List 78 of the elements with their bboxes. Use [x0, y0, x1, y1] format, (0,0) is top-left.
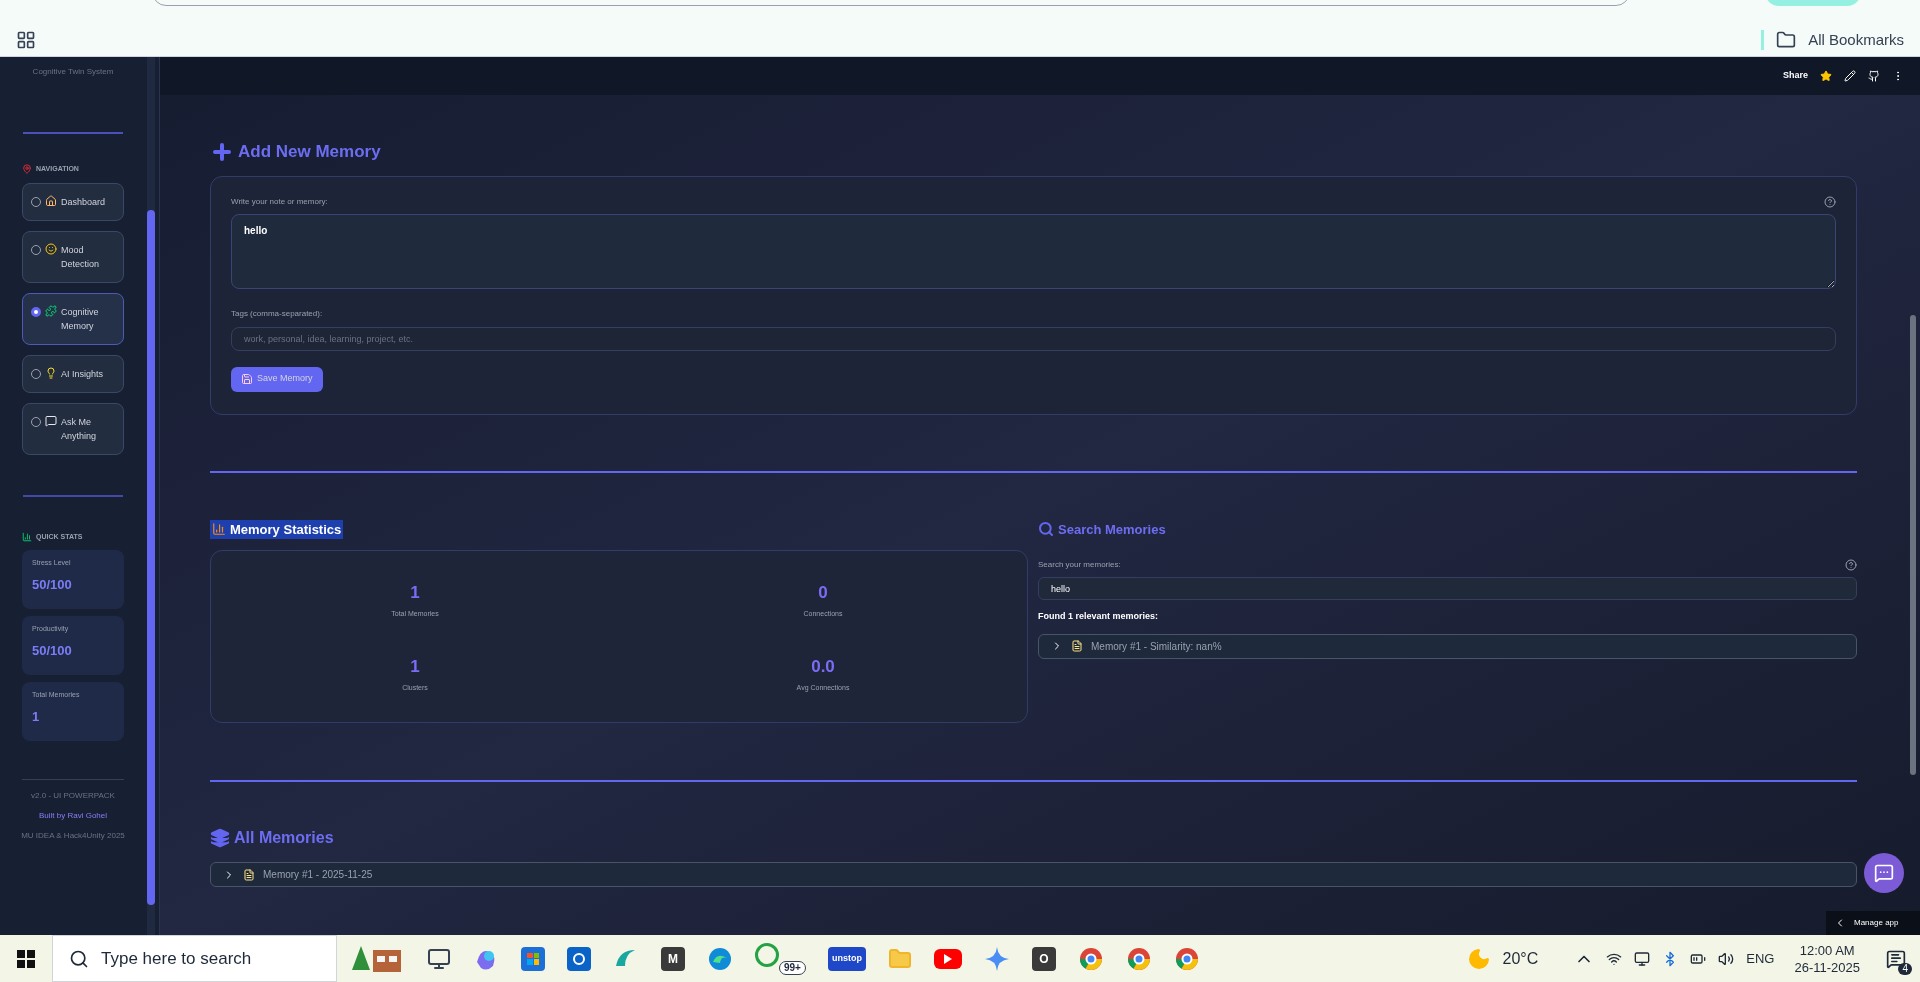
- bar-chart-icon: [212, 522, 226, 537]
- browser-icon[interactable]: [1125, 945, 1152, 972]
- moon-icon: [1466, 946, 1491, 971]
- task-view-icon[interactable]: [427, 946, 451, 971]
- speaker-icon[interactable]: [1718, 950, 1735, 967]
- note-textarea[interactable]: hello: [231, 213, 1836, 289]
- taskbar-search[interactable]: Type here to search: [52, 935, 337, 982]
- field-label: Search your memories:: [1038, 559, 1121, 571]
- star-icon[interactable]: [1820, 70, 1832, 82]
- clock[interactable]: 12:00 AM 26-11-2025: [1786, 941, 1868, 976]
- field-label: Write your note or memory:: [231, 195, 328, 208]
- nav-item[interactable]: Cognitive Memory: [22, 292, 124, 345]
- manage-app-button[interactable]: Manage app: [1826, 911, 1920, 935]
- scrollbar-thumb[interactable]: [147, 210, 155, 905]
- shopping-bag-icon[interactable]: [521, 946, 545, 971]
- puzzle-icon: [45, 304, 57, 317]
- section-title: Memory Statistics: [230, 520, 342, 539]
- stat-value: 1: [32, 707, 41, 726]
- house-icon: [45, 194, 57, 207]
- nav-item[interactable]: Dashboard: [22, 182, 124, 221]
- edge-icon[interactable]: [707, 945, 733, 972]
- event-text: MU IDEA & Hack4Unity 2025: [21, 830, 125, 842]
- field-label: Tags (comma-separated):: [231, 307, 324, 320]
- section-title: Search Memories: [1058, 520, 1166, 539]
- mail-app-icon[interactable]: [567, 946, 591, 971]
- stack-icon: [210, 828, 230, 848]
- statistic-value: 1: [410, 655, 420, 678]
- tags-input[interactable]: work, personal, idea, learning, project, etc.: [231, 326, 1836, 351]
- chat-app-icon[interactable]: [755, 942, 779, 967]
- nav-item[interactable]: AI Insights: [22, 354, 124, 393]
- note-icon: [1071, 640, 1083, 652]
- bookmarks-link[interactable]: All Bookmarks: [1808, 28, 1904, 52]
- lightbulb-icon: [45, 366, 57, 379]
- credit-link[interactable]: Built by Ravi Gohel: [39, 810, 107, 822]
- app-logo[interactable]: unstop: [827, 946, 866, 971]
- smile-icon: [45, 242, 57, 255]
- language-indicator[interactable]: ENG: [1746, 948, 1775, 969]
- stat-value: 50/100: [32, 641, 73, 660]
- nav-item[interactable]: Ask Me Anything: [22, 402, 124, 455]
- windows-logo-icon[interactable]: [17, 949, 35, 968]
- search-icon: [1038, 521, 1054, 538]
- stat-value: 50/100: [32, 575, 73, 594]
- search-icon: [69, 948, 89, 969]
- app-subtitle: Cognitive Twin System: [32, 66, 114, 78]
- chat-button[interactable]: [1864, 853, 1904, 893]
- pin-icon: [22, 164, 32, 175]
- weather-text[interactable]: 20°C: [1502, 946, 1539, 971]
- speech-bubble-icon: [45, 414, 57, 427]
- github-icon[interactable]: [1868, 70, 1880, 82]
- result-expander[interactable]: Memory #1 - 2025-11-25: [210, 862, 1857, 887]
- section-title: Add New Memory: [238, 141, 381, 163]
- statistic-value: 1: [410, 581, 420, 604]
- notification-badge: 4: [1898, 962, 1912, 975]
- result-count: Found 1 relevant memories:: [1038, 610, 1160, 623]
- help-icon[interactable]: [1824, 195, 1836, 208]
- nav-item[interactable]: Mood Detection: [22, 230, 124, 283]
- search-input[interactable]: hello: [1038, 577, 1857, 600]
- result-expander[interactable]: Memory #1 - Similarity: nan%: [1038, 633, 1857, 659]
- note-icon: [243, 868, 255, 881]
- play-icon[interactable]: [933, 948, 962, 969]
- browser-icon[interactable]: [1173, 945, 1200, 972]
- edit-icon[interactable]: [1844, 70, 1856, 82]
- chat-icon: [1874, 863, 1894, 883]
- notification-badge: 99+: [779, 960, 806, 975]
- radio-icon: [31, 306, 41, 317]
- bar-chart-icon: [22, 531, 32, 542]
- browser-icon[interactable]: [1077, 945, 1104, 972]
- apps-grid-icon[interactable]: [16, 30, 36, 50]
- folder-icon[interactable]: [1776, 30, 1797, 50]
- statistic-value: 0.0: [811, 655, 835, 678]
- scrollbar-thumb[interactable]: [1910, 315, 1916, 775]
- app-letter-icon[interactable]: M: [661, 946, 685, 971]
- share-link[interactable]: Share: [1783, 69, 1808, 83]
- section-title: All Memories: [234, 828, 334, 848]
- statistic-value: 0: [818, 581, 828, 604]
- app-letter-icon[interactable]: O: [1031, 946, 1056, 971]
- version-text: v2.0 - UI POWERPACK: [31, 790, 115, 802]
- help-icon[interactable]: [1845, 559, 1857, 571]
